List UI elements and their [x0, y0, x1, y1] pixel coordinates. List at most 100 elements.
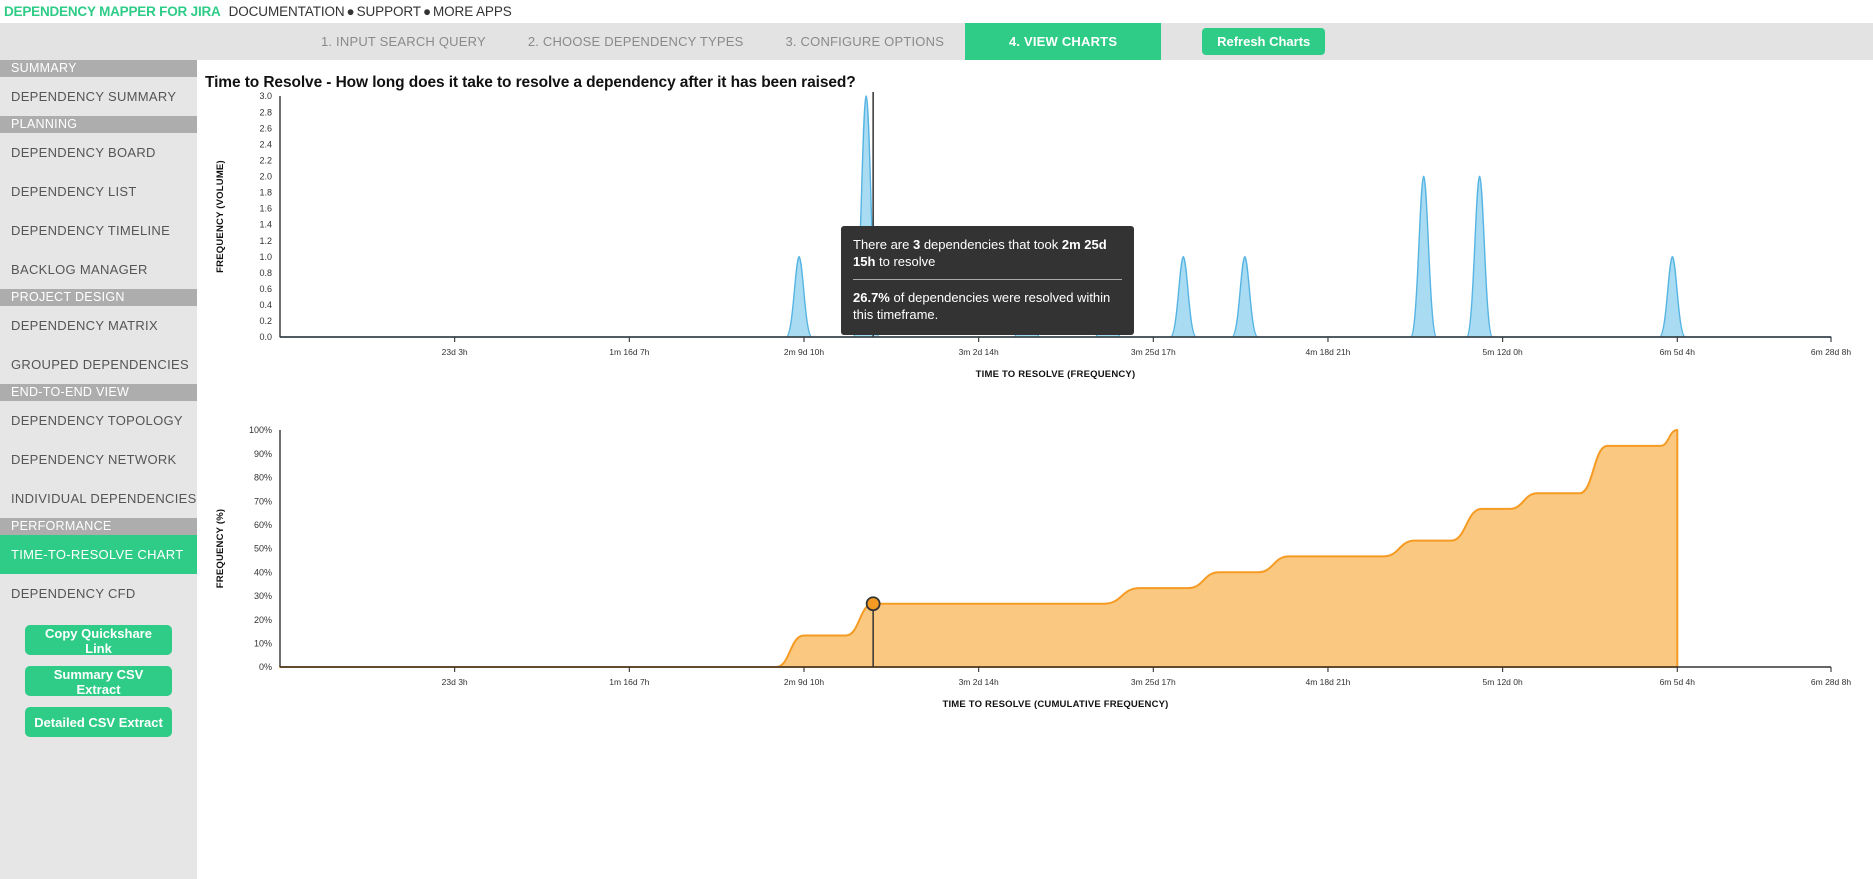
- x-tick-label: 1m 16d 7h: [609, 677, 649, 687]
- x-axis-title: TIME TO RESOLVE (CUMULATIVE FREQUENCY): [942, 699, 1168, 710]
- copy-quickshare-link-button[interactable]: Copy Quickshare Link: [25, 625, 172, 656]
- y-tick-label: 80%: [254, 473, 272, 483]
- sidebar-item-dependency-board[interactable]: DEPENDENCY BOARD: [0, 133, 197, 172]
- sidebar-item-dependency-list[interactable]: DEPENDENCY LIST: [0, 172, 197, 211]
- y-tick-label: 2.8: [259, 107, 272, 117]
- app-brand-title: DEPENDENCY MAPPER FOR JIRA: [4, 4, 221, 19]
- y-tick-label: 2.2: [259, 155, 272, 165]
- x-tick-label: 3m 2d 14h: [959, 347, 999, 357]
- y-tick-label: 1.2: [259, 236, 272, 246]
- y-axis-title: FREQUENCY (%): [215, 509, 226, 589]
- x-tick-label: 3m 25d 17h: [1131, 677, 1176, 687]
- sidebar-item-dependency-timeline[interactable]: DEPENDENCY TIMELINE: [0, 211, 197, 250]
- tooltip-line-1: There are 3 dependencies that took 2m 25…: [853, 236, 1122, 270]
- sidebar-item-dependency-matrix[interactable]: DEPENDENCY MATRIX: [0, 306, 197, 345]
- tooltip-line1-pre: There are: [853, 237, 913, 252]
- y-tick-label: 70%: [254, 496, 272, 506]
- y-tick-label: 40%: [254, 567, 272, 577]
- app-shell: SUMMARY DEPENDENCY SUMMARY PLANNING DEPENDE…: [0, 60, 1873, 879]
- nav-left-spacer: [0, 23, 300, 60]
- tooltip-percent: 26.7%: [853, 290, 890, 305]
- cumulative-chart[interactable]: 0% 10% 20% 30% 40% 50% 60% 70% 80% 90% 100% FREQUEN…: [197, 422, 1873, 752]
- sidebar-group-summary: SUMMARY: [0, 60, 197, 77]
- tab-input-search-query[interactable]: 1. INPUT SEARCH QUERY: [300, 23, 507, 60]
- x-tick-label: 23d 3h: [442, 677, 468, 687]
- sidebar-group-end-to-end-view: END-TO-END VIEW: [0, 384, 197, 401]
- x-tick-label: 2m 9d 10h: [784, 677, 824, 687]
- frequency-chart-container: 0.0 0.2 0.4 0.6 0.8 1.0 1.2 1.4 1.6 1.8 2.0 2.2 2.4 2…: [197, 92, 1873, 422]
- y-tick-label: 1.0: [259, 252, 272, 262]
- tab-configure-options[interactable]: 3. CONFIGURE OPTIONS: [765, 23, 966, 60]
- sidebar-item-time-to-resolve-chart[interactable]: TIME-TO-RESOLVE CHART: [0, 535, 197, 574]
- sidebar-group-planning: PLANNING: [0, 116, 197, 133]
- x-tick-label: 6m 5d 4h: [1660, 677, 1696, 687]
- chart-tooltip: There are 3 dependencies that took 2m 25…: [841, 226, 1134, 335]
- main-content: Time to Resolve - How long does it take …: [197, 60, 1873, 879]
- x-tick-label: 6m 28d 8h: [1811, 347, 1851, 357]
- y-tick-label: 2.4: [259, 139, 272, 149]
- y-tick-label: 10%: [254, 639, 272, 649]
- x-tick-label: 2m 9d 10h: [784, 347, 824, 357]
- brand-links: DOCUMENTATION ● SUPPORT ● MORE APPS: [229, 4, 512, 19]
- sidebar-action-buttons: Copy Quickshare Link Summary CSV Extract…: [0, 613, 197, 737]
- x-tick-label: 23d 3h: [442, 347, 468, 357]
- x-tick-label: 6m 28d 8h: [1811, 677, 1851, 687]
- wizard-nav-bar: 1. INPUT SEARCH QUERY 2. CHOOSE DEPENDEN…: [0, 23, 1873, 60]
- x-tick-label: 6m 5d 4h: [1660, 347, 1696, 357]
- refresh-charts-button[interactable]: Refresh Charts: [1202, 28, 1326, 55]
- tab-choose-dependency-types[interactable]: 2. CHOOSE DEPENDENCY TYPES: [507, 23, 765, 60]
- link-documentation[interactable]: DOCUMENTATION: [229, 4, 345, 19]
- cumulative-chart-container: 0% 10% 20% 30% 40% 50% 60% 70% 80% 90% 100% FREQUEN…: [197, 422, 1873, 752]
- hover-marker-dot[interactable]: [865, 596, 881, 612]
- y-tick-label: 0.8: [259, 268, 272, 278]
- sidebar-item-backlog-manager[interactable]: BACKLOG MANAGER: [0, 250, 197, 289]
- link-more-apps[interactable]: MORE APPS: [433, 4, 512, 19]
- y-tick-label: 2.0: [259, 172, 272, 182]
- x-tick-label: 5m 12d 0h: [1483, 347, 1523, 357]
- y-tick-label: 1.4: [259, 220, 272, 230]
- sidebar-item-dependency-cfd[interactable]: DEPENDENCY CFD: [0, 574, 197, 613]
- sidebar-group-performance: PERFORMANCE: [0, 518, 197, 535]
- x-tick-label: 3m 2d 14h: [959, 677, 999, 687]
- y-tick-label: 1.8: [259, 188, 272, 198]
- x-tick-label: 5m 12d 0h: [1483, 677, 1523, 687]
- sidebar-item-individual-dependencies[interactable]: INDIVIDUAL DEPENDENCIES: [0, 479, 197, 518]
- y-tick-label: 2.6: [259, 123, 272, 133]
- tooltip-line-2: 26.7% of dependencies were resolved with…: [853, 289, 1122, 323]
- sidebar-group-project-design: PROJECT DESIGN: [0, 289, 197, 306]
- y-tick-label: 3.0: [259, 92, 272, 101]
- tooltip-divider: [853, 279, 1122, 280]
- y-axis-title: FREQUENCY (VOLUME): [215, 160, 226, 273]
- y-tick-label: 20%: [254, 615, 272, 625]
- sidebar-item-grouped-dependencies[interactable]: GROUPED DEPENDENCIES: [0, 345, 197, 384]
- y-tick-label: 0.4: [259, 300, 272, 310]
- y-tick-label: 0.6: [259, 284, 272, 294]
- link-separator-1: ●: [346, 4, 355, 19]
- y-tick-label: 90%: [254, 449, 272, 459]
- tab-view-charts[interactable]: 4. VIEW CHARTS: [965, 23, 1162, 60]
- x-tick-label: 4m 18d 21h: [1306, 347, 1351, 357]
- tooltip-line1-mid: dependencies that took: [920, 237, 1062, 252]
- x-tick-label: 1m 16d 7h: [609, 347, 649, 357]
- x-axis-title: TIME TO RESOLVE (FREQUENCY): [976, 369, 1136, 380]
- sidebar-nav-list: SUMMARY DEPENDENCY SUMMARY PLANNING DEPENDE…: [0, 60, 197, 613]
- sidebar-item-dependency-topology[interactable]: DEPENDENCY TOPOLOGY: [0, 401, 197, 440]
- tooltip-line1-post: to resolve: [875, 254, 936, 269]
- x-tick-label: 3m 25d 17h: [1131, 347, 1176, 357]
- tooltip-line2-post: of dependencies were resolved within thi…: [853, 290, 1111, 322]
- y-tick-label: 60%: [254, 520, 272, 530]
- sidebar: SUMMARY DEPENDENCY SUMMARY PLANNING DEPENDE…: [0, 60, 197, 879]
- y-tick-label: 0.0: [259, 332, 272, 342]
- page-title: Time to Resolve - How long does it take …: [205, 74, 856, 91]
- y-tick-label: 0%: [259, 662, 272, 672]
- sidebar-item-dependency-network[interactable]: DEPENDENCY NETWORK: [0, 440, 197, 479]
- cumulative-area-series: [279, 429, 1679, 668]
- y-tick-label: 100%: [249, 425, 272, 435]
- link-separator-2: ●: [422, 4, 431, 19]
- summary-csv-extract-button[interactable]: Summary CSV Extract: [25, 666, 172, 697]
- sidebar-item-dependency-summary[interactable]: DEPENDENCY SUMMARY: [0, 77, 197, 116]
- y-tick-label: 1.6: [259, 204, 272, 214]
- link-support[interactable]: SUPPORT: [357, 4, 421, 19]
- y-tick-label: 0.2: [259, 316, 272, 326]
- detailed-csv-extract-button[interactable]: Detailed CSV Extract: [25, 707, 172, 737]
